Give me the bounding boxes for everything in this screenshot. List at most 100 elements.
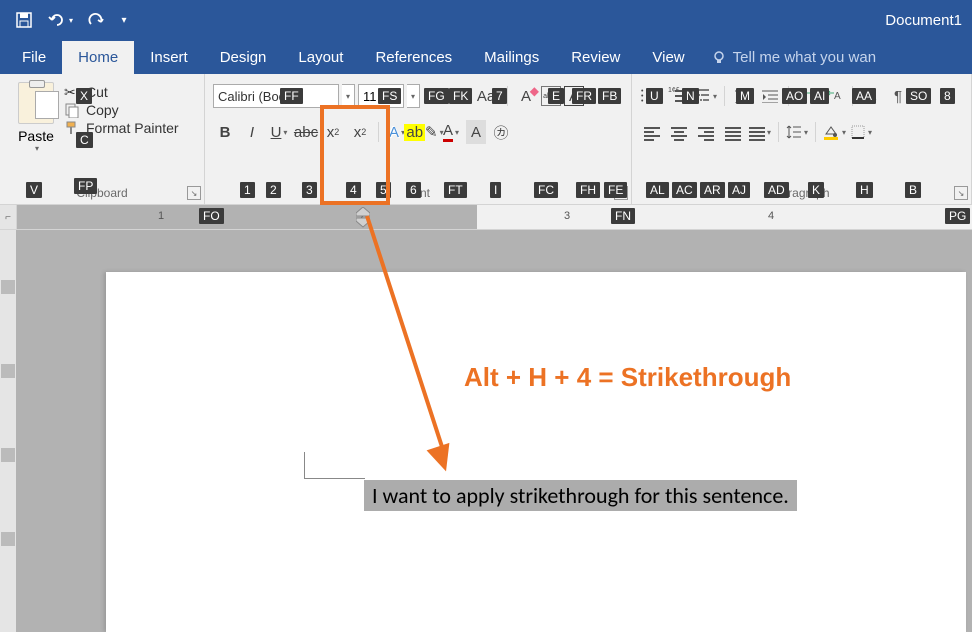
tab-selector-icon[interactable]: ⌐ — [0, 205, 17, 229]
keytip: FO — [199, 208, 224, 224]
keytip: X — [76, 88, 92, 104]
borders-icon[interactable]: ▾ — [849, 120, 873, 144]
keytip: FH — [576, 182, 600, 198]
line-spacing-icon[interactable]: ▾ — [785, 120, 809, 144]
selected-text[interactable]: I want to apply strikethrough for this s… — [364, 480, 797, 511]
char-shading-icon[interactable]: A — [466, 120, 486, 144]
increase-indent-icon[interactable] — [758, 84, 782, 108]
subscript-button[interactable]: x2 — [321, 120, 345, 144]
keytip: AL — [646, 182, 669, 198]
font-size-dropdown-icon[interactable]: ▾ — [407, 84, 420, 108]
keytip: V — [26, 182, 42, 198]
italic-button[interactable]: I — [240, 120, 264, 144]
lightbulb-icon — [711, 50, 727, 66]
superscript-button[interactable]: x2 — [348, 120, 372, 144]
underline-button[interactable]: U▾ — [267, 120, 291, 144]
keytip: B — [905, 182, 921, 198]
paste-dropdown-icon[interactable]: ▾ — [35, 144, 39, 153]
keytip: FS — [378, 88, 401, 104]
copy-button[interactable]: Copy — [64, 102, 179, 118]
keytip: 6 — [406, 182, 421, 198]
keytip: AC — [672, 182, 697, 198]
svg-text:A: A — [834, 91, 841, 102]
keytip: 5 — [376, 182, 391, 198]
document-area: I want to apply strikethrough for this s… — [0, 230, 972, 632]
keytip: E — [548, 88, 564, 104]
copy-icon — [64, 102, 80, 118]
keytip: 3 — [302, 182, 317, 198]
document-page[interactable]: I want to apply strikethrough for this s… — [106, 272, 966, 632]
redo-icon[interactable] — [78, 2, 114, 38]
keytip: FN — [611, 208, 635, 224]
document-title: Document1 — [885, 12, 966, 29]
keytip: 7 — [492, 88, 507, 104]
save-icon[interactable] — [6, 2, 42, 38]
bold-button[interactable]: B — [213, 120, 237, 144]
strikethrough-button[interactable]: abc — [294, 120, 318, 144]
paste-icon[interactable] — [18, 82, 54, 124]
keytip: U — [646, 88, 663, 104]
highlight-icon[interactable]: ab✎▾ — [412, 120, 436, 144]
tab-home[interactable]: Home — [62, 41, 134, 74]
tab-references[interactable]: References — [359, 41, 468, 74]
tell-me-label: Tell me what you wan — [733, 49, 876, 66]
keytip: H — [856, 182, 873, 198]
keytip: 2 — [266, 182, 281, 198]
tab-file[interactable]: File — [6, 41, 62, 74]
keytip: FC — [534, 182, 558, 198]
keytip: AA — [852, 88, 876, 104]
keytip: FR — [572, 88, 596, 104]
tab-view[interactable]: View — [636, 41, 700, 74]
title-bar: ▾ ▾ Document1 — [0, 0, 972, 40]
keytip: FP — [74, 178, 97, 194]
keytip: 8 — [940, 88, 955, 104]
qat-customize-icon[interactable]: ▾ — [114, 2, 134, 38]
align-right-icon[interactable] — [694, 120, 718, 144]
tab-mailings[interactable]: Mailings — [468, 41, 555, 74]
enclose-chars-icon[interactable]: ㋕ — [489, 120, 513, 144]
font-color-icon[interactable]: A▾ — [439, 120, 463, 144]
keytip: C — [76, 132, 93, 148]
ribbon: Paste ▾ ✂Cut Copy Format Painter Clipboa… — [0, 74, 972, 205]
align-center-icon[interactable] — [667, 120, 691, 144]
ribbon-tabs: File Home Insert Design Layout Reference… — [0, 40, 972, 74]
keytip: I — [490, 182, 501, 198]
paragraph-launcher-icon[interactable]: ↘ — [954, 186, 968, 200]
horizontal-ruler[interactable]: ⌐ 1 2 3 4 FO FN PG — [0, 205, 972, 230]
keytip: 1 — [240, 182, 255, 198]
distributed-align-icon[interactable]: ▾ — [748, 120, 772, 144]
vertical-ruler[interactable] — [0, 230, 16, 632]
keytip: AI — [810, 88, 829, 104]
keytip: 4 — [346, 182, 361, 198]
clear-formatting-icon[interactable]: A◆ — [514, 84, 538, 108]
tell-me-search[interactable]: Tell me what you wan — [701, 41, 886, 74]
keytip: M — [736, 88, 754, 104]
text-cursor-icon — [304, 452, 365, 479]
shading-icon[interactable]: ▾ — [822, 120, 846, 144]
keytip: AD — [764, 182, 789, 198]
keytip: FK — [449, 88, 472, 104]
keytip: K — [808, 182, 824, 198]
keytip: FT — [444, 182, 467, 198]
align-left-icon[interactable] — [640, 120, 664, 144]
undo-icon[interactable]: ▾ — [42, 2, 78, 38]
keytip: FF — [280, 88, 303, 104]
paste-button[interactable]: Paste — [18, 128, 54, 144]
keytip: AR — [700, 182, 725, 198]
keytip: FB — [598, 88, 621, 104]
tab-design[interactable]: Design — [204, 41, 283, 74]
keytip: FG — [424, 88, 449, 104]
justify-icon[interactable] — [721, 120, 745, 144]
font-name-input[interactable]: Calibri (Body) — [213, 84, 339, 108]
tab-review[interactable]: Review — [555, 41, 636, 74]
keytip: N — [682, 88, 699, 104]
keytip: AO — [782, 88, 807, 104]
clipboard-launcher-icon[interactable]: ↘ — [187, 186, 201, 200]
keytip: SO — [906, 88, 931, 104]
font-name-dropdown-icon[interactable]: ▾ — [342, 84, 355, 108]
keytip: AJ — [728, 182, 750, 198]
keytip: PG — [945, 208, 970, 224]
keytip: FE — [604, 182, 627, 198]
tab-insert[interactable]: Insert — [134, 41, 204, 74]
tab-layout[interactable]: Layout — [282, 41, 359, 74]
